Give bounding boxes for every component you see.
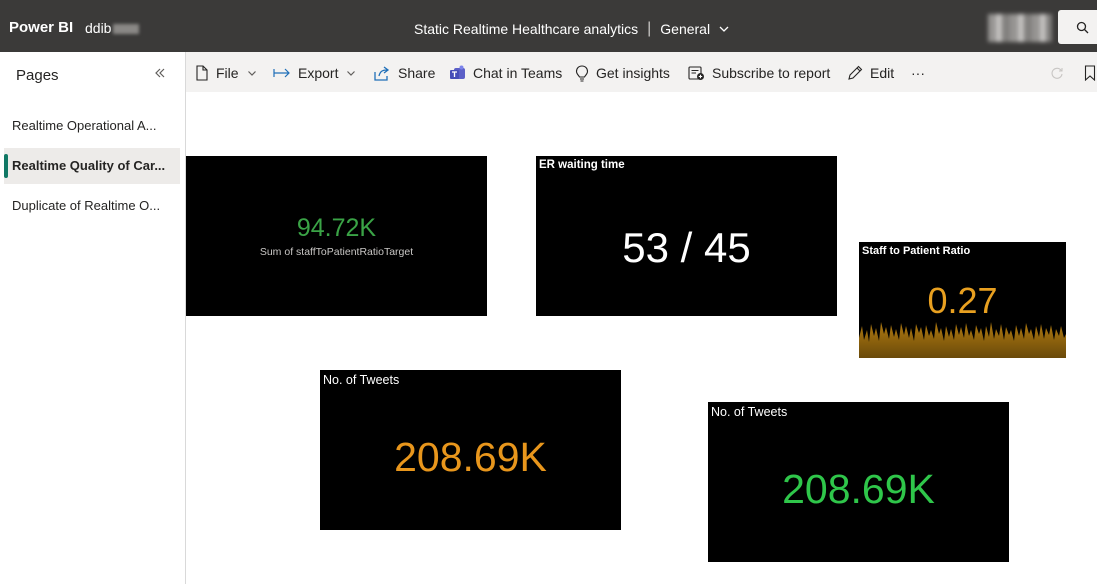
pages-pane: Pages Realtime Operational A... Realtime… <box>0 52 186 584</box>
card-title: Staff to Patient Ratio <box>862 245 971 257</box>
card-category-label: Sum of staffToPatientRatioTarget <box>259 246 414 258</box>
file-label: File <box>216 65 239 81</box>
share-label: Share <box>398 65 436 81</box>
subscribe-icon <box>688 66 704 80</box>
card-er-waiting-time[interactable]: ER waiting time 53 / 45 <box>536 156 837 316</box>
chevron-down-icon <box>719 26 729 32</box>
page-item-realtime-quality[interactable]: Realtime Quality of Car... <box>4 148 180 184</box>
card-staff-ratio-target[interactable]: 94.72K Sum of staffToPatientRatioTarget <box>186 156 487 316</box>
chevron-down-icon <box>247 71 256 76</box>
account-avatar[interactable] <box>988 14 1052 42</box>
get-insights-label: Get insights <box>596 65 670 81</box>
edit-label: Edit <box>870 65 895 81</box>
card-title: No. of Tweets <box>323 373 400 387</box>
file-menu-button[interactable]: File <box>195 64 257 82</box>
sensitivity-label: General <box>660 21 711 37</box>
card-value: 94.72K <box>296 214 377 242</box>
export-menu-button[interactable]: Export <box>273 64 356 82</box>
report-title: Static Realtime Healthcare analytics <box>414 21 639 37</box>
share-button[interactable]: Share <box>374 64 435 82</box>
card-value: 0.27 <box>927 280 998 321</box>
power-bi-logo-text[interactable]: Power BI <box>9 19 73 36</box>
card-value: 53 / 45 <box>622 224 751 271</box>
share-icon <box>374 65 390 81</box>
card-tweets-orange[interactable]: No. of Tweets 208.69K <box>320 370 621 530</box>
sparkline-background <box>859 322 1066 358</box>
workspace-label: ddib <box>85 20 112 36</box>
card-title: No. of Tweets <box>711 405 788 419</box>
search-icon <box>1076 21 1089 33</box>
refresh-button[interactable] <box>1050 64 1071 82</box>
app-header: Power BI ddib Static Realtime Healthcare… <box>0 0 1097 52</box>
title-separator: | <box>647 20 652 37</box>
lightbulb-icon <box>575 64 589 82</box>
collapse-pane-icon[interactable] <box>153 66 167 80</box>
card-value: 208.69K <box>782 466 935 512</box>
card-title: ER waiting time <box>539 159 625 171</box>
get-insights-button[interactable]: Get insights <box>575 64 670 82</box>
refresh-icon <box>1051 67 1063 79</box>
chat-in-teams-button[interactable]: Chat in Teams <box>449 64 562 82</box>
report-toolbar: File Export Share Chat in Teams Get insi… <box>186 52 1097 92</box>
teams-icon <box>450 65 465 79</box>
file-icon <box>196 65 208 81</box>
card-tweets-green[interactable]: No. of Tweets 208.69K <box>708 402 1009 562</box>
chevron-down-icon <box>347 71 356 76</box>
pencil-icon <box>848 65 863 80</box>
subscribe-button[interactable]: Subscribe to report <box>688 64 830 82</box>
bookmark-button[interactable] <box>1084 64 1097 82</box>
bookmark-icon <box>1084 65 1096 81</box>
export-label: Export <box>298 65 339 81</box>
more-options-button[interactable]: ··· <box>911 64 925 82</box>
page-item-realtime-operational[interactable]: Realtime Operational A... <box>4 108 180 144</box>
card-value: 208.69K <box>394 434 547 480</box>
export-arrow-icon <box>273 68 290 78</box>
report-title-bar[interactable]: Static Realtime Healthcare analytics | G… <box>414 20 730 38</box>
edit-button[interactable]: Edit <box>847 64 894 82</box>
subscribe-label: Subscribe to report <box>712 65 831 81</box>
more-options-icon: ··· <box>911 65 925 81</box>
pages-title: Pages <box>16 67 59 84</box>
card-staff-to-patient-ratio[interactable]: Staff to Patient Ratio 0.27 <box>859 242 1066 358</box>
workspace-name[interactable]: ddib <box>85 20 140 36</box>
report-canvas: 94.72K Sum of staffToPatientRatioTarget … <box>186 92 1097 584</box>
search-button[interactable] <box>1058 10 1097 44</box>
chat-in-teams-label: Chat in Teams <box>473 65 563 81</box>
redacted-text <box>113 24 140 35</box>
page-item-duplicate-realtime[interactable]: Duplicate of Realtime O... <box>4 188 180 224</box>
